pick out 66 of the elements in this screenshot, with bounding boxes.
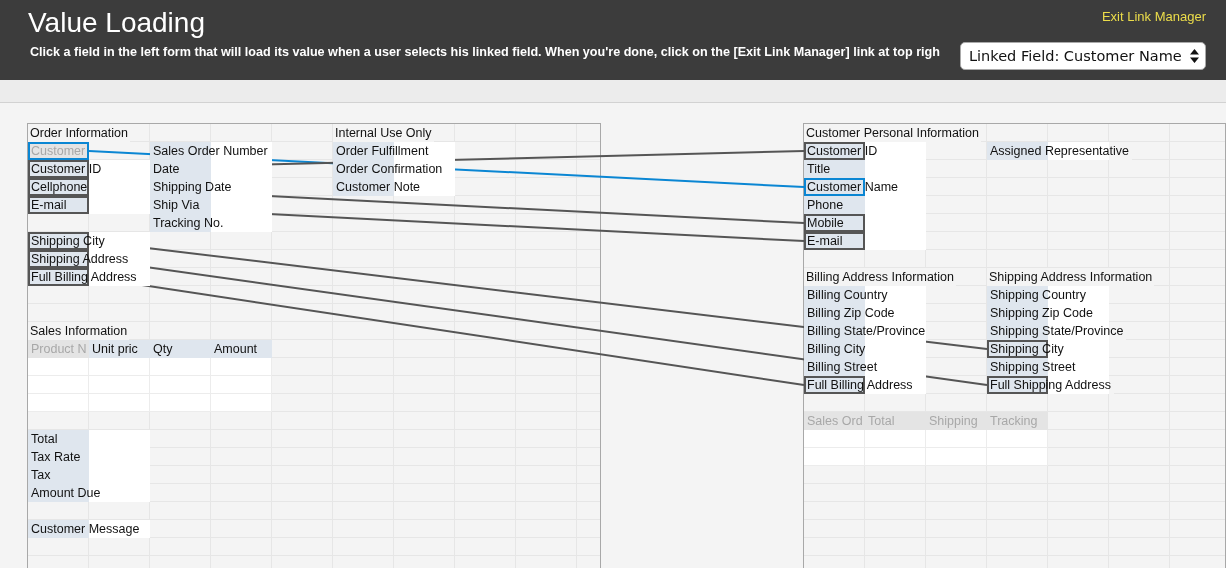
input-cell[interactable] xyxy=(865,448,926,466)
section-heading: Sales Information xyxy=(28,322,130,340)
field-label[interactable]: Billing State/Province xyxy=(804,322,929,340)
input-cell[interactable] xyxy=(150,394,211,412)
input-cell[interactable] xyxy=(987,430,1048,448)
input-cell[interactable] xyxy=(28,394,89,412)
field-label[interactable]: Sales Order Number xyxy=(150,142,272,160)
field-label[interactable]: Ship Via xyxy=(150,196,272,214)
input-cell[interactable] xyxy=(926,448,987,466)
field-label[interactable]: Unit pric xyxy=(89,340,150,358)
field-label[interactable]: Assigned Representative xyxy=(987,142,1132,160)
field-label[interactable]: Billing Street xyxy=(804,358,926,376)
field-label[interactable]: Phone xyxy=(804,196,926,214)
input-cell[interactable] xyxy=(865,430,926,448)
field-label[interactable]: Shipping Date xyxy=(150,178,272,196)
section-heading: Internal Use Only xyxy=(333,124,434,142)
field-label[interactable]: Customer Note xyxy=(333,178,455,196)
exit-link[interactable]: Exit Link Manager xyxy=(1101,9,1206,24)
field-label[interactable]: Customer ID xyxy=(28,160,150,178)
field-label[interactable]: Order Confirmation xyxy=(333,160,455,178)
input-cell[interactable] xyxy=(28,376,89,394)
field-label[interactable]: Tax xyxy=(28,466,150,484)
field-label[interactable]: Customer ID xyxy=(804,142,926,160)
input-cell[interactable] xyxy=(89,358,150,376)
input-cell[interactable] xyxy=(211,358,272,376)
field-label[interactable]: Customer Message xyxy=(28,520,150,538)
field-label[interactable]: Billing City xyxy=(804,340,926,358)
input-cell[interactable] xyxy=(804,430,865,448)
caret-icon xyxy=(1190,49,1199,63)
input-cell[interactable] xyxy=(89,394,150,412)
field-label[interactable]: Qty xyxy=(150,340,211,358)
field-label[interactable]: Tax Rate xyxy=(28,448,150,466)
field-label[interactable]: E-mail xyxy=(28,196,150,214)
section-heading: Billing Address Information xyxy=(804,268,956,286)
field-label[interactable]: Shipping Street xyxy=(987,358,1109,376)
input-cell[interactable] xyxy=(926,430,987,448)
page-title: Value Loading xyxy=(28,6,205,40)
input-cell[interactable] xyxy=(28,358,89,376)
input-cell[interactable] xyxy=(804,448,865,466)
section-heading: Customer Personal Information xyxy=(804,124,981,142)
input-cell[interactable] xyxy=(211,394,272,412)
field-label[interactable]: E-mail xyxy=(804,232,926,250)
field-label[interactable]: Shipping Country xyxy=(987,286,1109,304)
field-label[interactable]: Tracking No. xyxy=(150,214,272,232)
section-heading: Order Information xyxy=(28,124,130,142)
field-label[interactable]: Billing Zip Code xyxy=(804,304,926,322)
field-label[interactable]: Cellphone xyxy=(28,178,150,196)
field-label[interactable]: Mobile xyxy=(804,214,926,232)
field-label[interactable]: Shipping State/Province xyxy=(987,322,1127,340)
field-label[interactable]: Total xyxy=(28,430,150,448)
field-label[interactable]: Shipping Zip Code xyxy=(987,304,1109,322)
field-label[interactable]: Full Billing Address xyxy=(804,376,926,394)
field-label[interactable]: Date xyxy=(150,160,272,178)
input-cell[interactable] xyxy=(987,448,1048,466)
instructions-text: Click a field in the left form that will load its value when a user selects his linked field. When you're done, click on the [Exit Link Manager] link at top righ xyxy=(30,45,940,59)
field-label[interactable]: Amount Due xyxy=(28,484,150,502)
field-label[interactable]: Full Billing Address xyxy=(28,268,150,286)
field-label[interactable]: Customer Name xyxy=(804,178,926,196)
input-cell[interactable] xyxy=(150,358,211,376)
field-label[interactable]: Billing Country xyxy=(804,286,926,304)
field-label[interactable]: Title xyxy=(804,160,926,178)
linked-field-select[interactable]: Linked Field: Customer Name xyxy=(960,42,1206,70)
field-label[interactable]: Amount xyxy=(211,340,272,358)
field-label[interactable]: Order Fulfillment xyxy=(333,142,455,160)
section-heading: Shipping Address Information xyxy=(987,268,1155,286)
input-cell[interactable] xyxy=(211,376,272,394)
